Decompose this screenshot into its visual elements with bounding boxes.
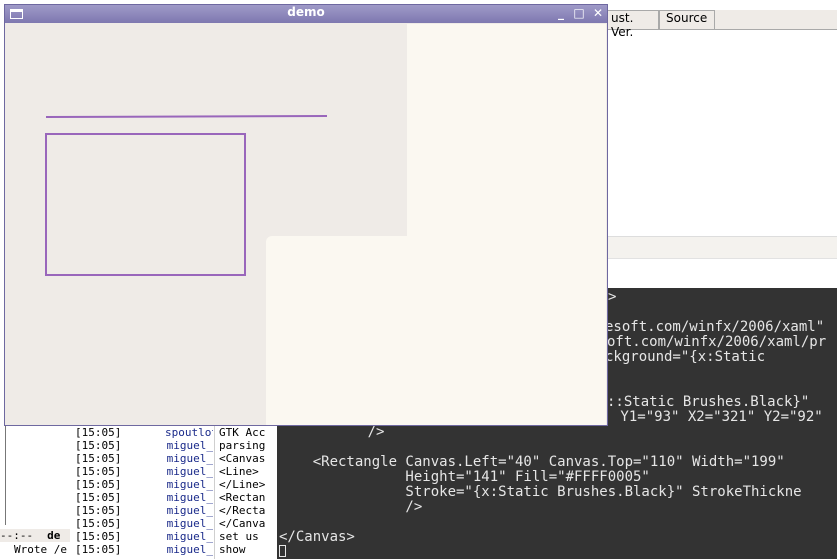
terminal-line: > xyxy=(608,289,617,305)
irc-message: GTK Acc xyxy=(219,426,266,439)
irc-message: set us xyxy=(219,530,259,543)
terminal-cursor xyxy=(279,545,286,557)
tab-version[interactable]: ust. Ver. xyxy=(600,10,659,39)
irc-nickname: spoutlot xyxy=(165,426,213,439)
irc-timestamp: [15:05] xyxy=(75,439,122,452)
demo-window[interactable]: demo _ □ ✕ xyxy=(4,4,608,426)
terminal-line: Height="141" Fill="#FFFF0005" xyxy=(279,469,650,485)
irc-timestamp: [15:05] xyxy=(75,517,122,530)
irc-nickname: miguel_ xyxy=(166,478,213,491)
irc-message: parsing xyxy=(219,439,266,452)
column-divider xyxy=(214,425,215,559)
canvas-rectangle xyxy=(45,133,246,276)
irc-nickname: miguel_ xyxy=(166,517,213,530)
editor-fringe xyxy=(5,425,6,525)
canvas-line xyxy=(45,115,328,118)
irc-timestamp: [15:05] xyxy=(75,530,122,543)
irc-timestamp: [15:05] xyxy=(75,491,122,504)
modeline-status: --:-- xyxy=(0,529,34,542)
canvas-drawing xyxy=(45,115,328,276)
irc-message: </Canva xyxy=(219,517,266,530)
status-strip xyxy=(600,236,837,259)
terminal-line: esoft.com/winfx/2006/xaml" xyxy=(605,319,825,335)
window-title: demo xyxy=(287,5,325,19)
terminal-line: ckground="{x:Static xyxy=(605,349,766,365)
modeline-buffer-name: de xyxy=(47,529,61,542)
irc-message: <Line> xyxy=(219,465,259,478)
irc-message: <Canvas xyxy=(219,452,266,465)
irc-message: show xyxy=(219,543,246,556)
irc-message: <Rectan xyxy=(219,491,266,504)
minimize-button[interactable]: _ xyxy=(553,6,569,22)
irc-chat-log[interactable]: [15:05] spoutlot GTK Acc [15:05] miguel_ pars… xyxy=(70,425,277,559)
irc-nickname: miguel_ xyxy=(166,465,213,478)
irc-timestamp: [15:05] xyxy=(75,504,122,517)
window-titlebar[interactable]: demo _ □ ✕ xyxy=(5,5,607,23)
demo-canvas xyxy=(6,24,606,425)
maximize-button[interactable]: □ xyxy=(571,6,587,22)
irc-timestamp: [15:05] xyxy=(75,452,122,465)
terminal-line: /> xyxy=(317,424,385,440)
irc-timestamp: [15:05] xyxy=(75,478,122,491)
editor-modeline: --:-- de xyxy=(0,529,70,542)
irc-timestamp: [15:05] xyxy=(75,465,122,478)
irc-timestamp: [15:05] xyxy=(75,543,122,556)
irc-nickname: miguel_ xyxy=(166,504,213,517)
terminal-line: Y1="93" X2="321" Y2="92" xyxy=(612,409,823,425)
irc-nickname: miguel_ xyxy=(166,491,213,504)
irc-message: </Line> xyxy=(219,478,266,491)
irc-nickname: miguel_ xyxy=(166,452,213,465)
input-strip[interactable] xyxy=(600,258,837,289)
irc-nickname: miguel_ xyxy=(166,439,213,452)
editor-minibuffer[interactable]: Wrote /e xyxy=(0,543,70,557)
terminal-line: </Canvas> xyxy=(279,529,355,545)
tab-bar-filler xyxy=(715,10,837,30)
tab-source[interactable]: Source xyxy=(659,10,715,30)
terminal-line: /> xyxy=(279,499,423,515)
irc-timestamp: [15:05] xyxy=(75,426,122,439)
irc-message: </Recta xyxy=(219,504,266,517)
tab-bar: ust. Ver. Source xyxy=(600,10,715,39)
irc-nickname: miguel_ xyxy=(166,530,213,543)
terminal-line: ::Static Brushes.Black}" xyxy=(607,394,810,410)
terminal-line: oft.com/winfx/2006/xaml/pr xyxy=(607,334,827,350)
close-button[interactable]: ✕ xyxy=(590,6,606,22)
terminal-line: <Rectangle Canvas.Left="40" Canvas.Top="… xyxy=(279,454,785,470)
terminal-line: Stroke="{x:Static Brushes.Black}" Stroke… xyxy=(279,484,802,500)
irc-nickname: miguel_ xyxy=(166,543,213,556)
